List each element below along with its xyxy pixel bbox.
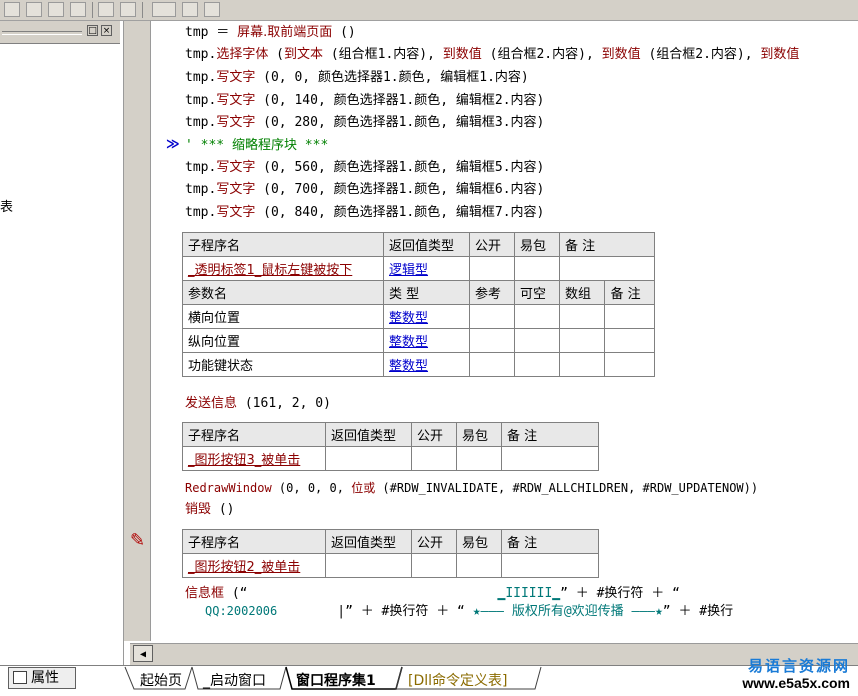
close-icon[interactable]: × bbox=[101, 25, 112, 36]
code-line[interactable]: tmp.写文字 (0, 140, 颜色选择器1.颜色, 编辑框2.内容) bbox=[185, 93, 544, 109]
code-line[interactable]: 发送信息 (161, 2, 0) bbox=[185, 396, 331, 412]
same-height-icon[interactable] bbox=[120, 2, 136, 17]
code-line[interactable]: tmp.写文字 (0, 280, 颜色选择器1.颜色, 编辑框3.内容) bbox=[185, 115, 544, 131]
tab-window-program-set[interactable]: 窗口程序集1 bbox=[296, 670, 376, 692]
left-panel-text: 表 bbox=[0, 200, 14, 215]
code-line[interactable]: tmp ＝ 屏幕.取前端页面 () bbox=[185, 25, 356, 41]
restore-icon[interactable]: □ bbox=[87, 25, 98, 36]
align-top-icon[interactable] bbox=[48, 2, 64, 17]
collapsed-block-comment[interactable]: ' *** 缩略程序块 *** bbox=[185, 138, 328, 154]
subroutine-table: 子程序名 返回值类型 公开 易包 备 注 _透明标签1_鼠标左键被按下 逻辑型 … bbox=[182, 232, 655, 377]
table-row: 功能键状态 整数型 bbox=[182, 352, 655, 377]
code-line[interactable]: tmp.写文字 (0, 560, 颜色选择器1.颜色, 编辑框5.内容) bbox=[185, 160, 544, 176]
tab-start-page[interactable]: 起始页 bbox=[140, 670, 182, 692]
tab-startup-window[interactable]: _启动窗口 bbox=[203, 670, 266, 692]
align-center-icon[interactable] bbox=[26, 2, 42, 17]
align-left-icon[interactable] bbox=[4, 2, 20, 17]
left-panel bbox=[0, 21, 124, 666]
subroutine-name[interactable]: _透明标签1_鼠标左键被按下 bbox=[182, 256, 384, 281]
code-line[interactable]: QQ:2002006 |” ＋ #换行符 ＋ “ ★——— 版权所有@欢迎传播 —… bbox=[205, 603, 733, 620]
same-width-icon[interactable] bbox=[98, 2, 114, 17]
subroutine-table: 子程序名 返回值类型 公开 易包 备 注 _图形按钮3_被单击 bbox=[182, 422, 599, 471]
code-line[interactable]: tmp.写文字 (0, 700, 颜色选择器1.颜色, 编辑框6.内容) bbox=[185, 182, 544, 198]
subroutine-name[interactable]: _图形按钮2_被单击 bbox=[182, 553, 326, 578]
return-type[interactable]: 逻辑型 bbox=[383, 256, 470, 281]
subroutine-table: 子程序名 返回值类型 公开 易包 备 注 _图形按钮2_被单击 bbox=[182, 529, 599, 578]
expand-block-icon[interactable]: ≫ bbox=[166, 137, 180, 152]
code-line[interactable]: tmp.写文字 (0, 840, 颜色选择器1.颜色, 编辑框7.内容) bbox=[185, 205, 544, 221]
h-center-icon[interactable] bbox=[182, 2, 198, 17]
v-center-icon[interactable] bbox=[204, 2, 220, 17]
watermark-logo: 易语言资源网 bbox=[747, 657, 850, 675]
toolbar bbox=[0, 0, 858, 21]
code-line[interactable]: tmp.写文字 (0, 0, 颜色选择器1.颜色, 编辑框1.内容) bbox=[185, 70, 529, 86]
h-space-icon[interactable] bbox=[152, 2, 176, 17]
code-line[interactable]: RedrawWindow (0, 0, 0, 位或 (#RDW_INVALIDA… bbox=[185, 480, 758, 496]
table-row: 纵向位置 整数型 bbox=[182, 328, 655, 353]
table-row: 横向位置 整数型 bbox=[182, 304, 655, 329]
align-middle-icon[interactable] bbox=[70, 2, 86, 17]
subroutine-name[interactable]: _图形按钮3_被单击 bbox=[182, 446, 326, 471]
tab-dll-commands[interactable]: [Dll命令定义表] bbox=[408, 670, 507, 692]
properties-icon bbox=[13, 671, 27, 684]
code-line[interactable]: 销毁 () bbox=[185, 502, 235, 518]
left-panel-header: □ × bbox=[0, 21, 120, 44]
code-line[interactable]: tmp.选择字体 (到文本 (组合框1.内容), 到数值 (组合框2.内容), … bbox=[185, 47, 799, 63]
properties-button[interactable]: 属性 bbox=[8, 667, 76, 689]
watermark-url: www.e5a5x.com bbox=[742, 675, 850, 691]
code-line[interactable]: 信息框 (“ ▁IIIIII▁” ＋ #换行符 ＋ “ bbox=[185, 586, 680, 602]
scroll-left-icon[interactable]: ◀ bbox=[133, 645, 153, 662]
pencil-icon: ✎ bbox=[130, 530, 146, 551]
